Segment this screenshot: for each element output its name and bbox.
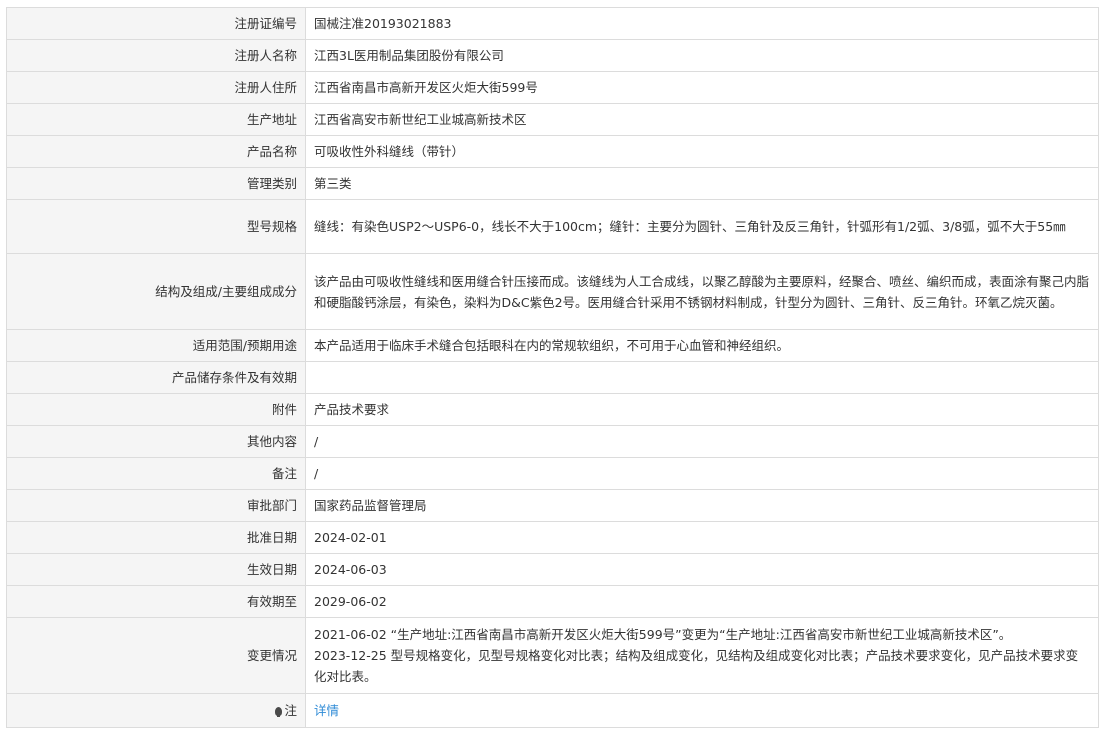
row-approval-department: 审批部门 国家药品监督管理局 — [6, 489, 1099, 522]
row-other-content: 其他内容 / — [6, 425, 1099, 458]
value-remarks: / — [305, 457, 1099, 490]
label-change-history: 变更情况 — [6, 617, 306, 694]
label-structure-composition: 结构及组成/主要组成成分 — [6, 253, 306, 330]
note-label: 注 — [284, 703, 297, 718]
label-production-address: 生产地址 — [6, 103, 306, 136]
change-entry: 2023-12-25 型号规格变化，见型号规格变化对比表；结构及组成变化，见结构… — [314, 648, 1079, 684]
value-management-category: 第三类 — [305, 167, 1099, 200]
value-approval-department: 国家药品监督管理局 — [305, 489, 1099, 522]
row-production-address: 生产地址 江西省高安市新世纪工业城高新技术区 — [6, 103, 1099, 136]
details-link[interactable]: 详情 — [314, 703, 339, 718]
label-registrant-address: 注册人住所 — [6, 71, 306, 104]
label-intended-use: 适用范围/预期用途 — [6, 329, 306, 362]
value-approval-date: 2024-02-01 — [305, 521, 1099, 554]
label-model-spec: 型号规格 — [6, 199, 306, 254]
registration-detail-panel: 注册证编号 国械注准20193021883 注册人名称 江西3L医用制品集团股份… — [6, 7, 1099, 728]
value-intended-use: 本产品适用于临床手术缝合包括眼科在内的常规软组织，不可用于心血管和神经组织。 — [305, 329, 1099, 362]
lightbulb-icon — [275, 707, 283, 717]
label-registration-number: 注册证编号 — [6, 7, 306, 40]
value-effective-date: 2024-06-03 — [305, 553, 1099, 586]
label-registrant-name: 注册人名称 — [6, 39, 306, 72]
label-approval-date: 批准日期 — [6, 521, 306, 554]
value-structure-composition: 该产品由可吸收性缝线和医用缝合针压接而成。该缝线为人工合成线，以聚乙醇酸为主要原… — [305, 253, 1099, 330]
row-model-spec: 型号规格 缝线：有染色USP2～USP6-0，线长不大于100cm；缝针：主要分… — [6, 199, 1099, 254]
registration-info-table: 注册证编号 国械注准20193021883 注册人名称 江西3L医用制品集团股份… — [6, 7, 1099, 728]
value-model-spec: 缝线：有染色USP2～USP6-0，线长不大于100cm；缝针：主要分为圆针、三… — [305, 199, 1099, 254]
row-valid-until: 有效期至 2029-06-02 — [6, 585, 1099, 618]
value-storage-validity — [305, 361, 1099, 394]
row-structure-composition: 结构及组成/主要组成成分 该产品由可吸收性缝线和医用缝合针压接而成。该缝线为人工… — [6, 253, 1099, 330]
row-intended-use: 适用范围/预期用途 本产品适用于临床手术缝合包括眼科在内的常规软组织，不可用于心… — [6, 329, 1099, 362]
row-registrant-name: 注册人名称 江西3L医用制品集团股份有限公司 — [6, 39, 1099, 72]
row-effective-date: 生效日期 2024-06-03 — [6, 553, 1099, 586]
value-valid-until: 2029-06-02 — [305, 585, 1099, 618]
change-entry: 2021-06-02 “生产地址:江西省南昌市高新开发区火炬大街599号”变更为… — [314, 627, 1012, 642]
label-effective-date: 生效日期 — [6, 553, 306, 586]
label-management-category: 管理类别 — [6, 167, 306, 200]
value-registration-number: 国械注准20193021883 — [305, 7, 1099, 40]
label-other-content: 其他内容 — [6, 425, 306, 458]
value-registrant-name: 江西3L医用制品集团股份有限公司 — [305, 39, 1099, 72]
value-change-history: 2021-06-02 “生产地址:江西省南昌市高新开发区火炬大街599号”变更为… — [305, 617, 1099, 694]
label-remarks: 备注 — [6, 457, 306, 490]
value-other-content: / — [305, 425, 1099, 458]
row-management-category: 管理类别 第三类 — [6, 167, 1099, 200]
label-attachment: 附件 — [6, 393, 306, 426]
value-production-address: 江西省高安市新世纪工业城高新技术区 — [305, 103, 1099, 136]
value-note: 详情 — [305, 693, 1099, 728]
row-note: 注 详情 — [6, 693, 1099, 728]
label-storage-validity: 产品储存条件及有效期 — [6, 361, 306, 394]
value-registrant-address: 江西省南昌市高新开发区火炬大街599号 — [305, 71, 1099, 104]
label-valid-until: 有效期至 — [6, 585, 306, 618]
row-change-history: 变更情况 2021-06-02 “生产地址:江西省南昌市高新开发区火炬大街599… — [6, 617, 1099, 694]
row-registration-number: 注册证编号 国械注准20193021883 — [6, 7, 1099, 40]
row-storage-validity: 产品储存条件及有效期 — [6, 361, 1099, 394]
row-remarks: 备注 / — [6, 457, 1099, 490]
value-attachment: 产品技术要求 — [305, 393, 1099, 426]
label-product-name: 产品名称 — [6, 135, 306, 168]
label-approval-department: 审批部门 — [6, 489, 306, 522]
row-product-name: 产品名称 可吸收性外科缝线（带针） — [6, 135, 1099, 168]
row-attachment: 附件 产品技术要求 — [6, 393, 1099, 426]
row-registrant-address: 注册人住所 江西省南昌市高新开发区火炬大街599号 — [6, 71, 1099, 104]
label-note: 注 — [6, 693, 306, 728]
value-product-name: 可吸收性外科缝线（带针） — [305, 135, 1099, 168]
row-approval-date: 批准日期 2024-02-01 — [6, 521, 1099, 554]
